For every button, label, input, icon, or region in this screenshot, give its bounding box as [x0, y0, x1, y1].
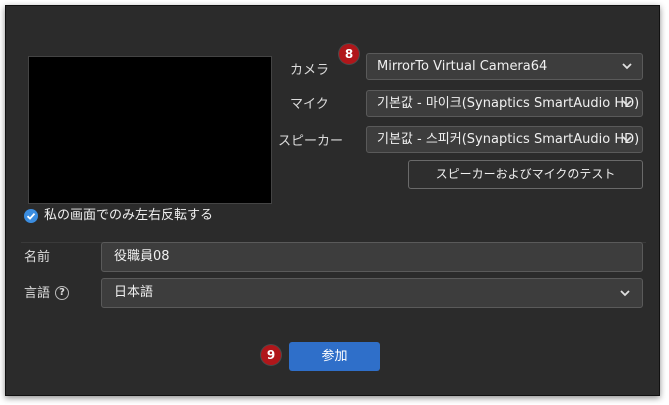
- mic-select[interactable]: 기본값 - 마이크(Synaptics SmartAudio HD): [366, 90, 643, 117]
- camera-label: カメラ: [290, 63, 330, 78]
- name-input[interactable]: 役職員08: [101, 242, 643, 272]
- language-select-value: 日本語: [114, 285, 154, 300]
- name-input-value: 役職員08: [114, 249, 170, 264]
- chevron-down-icon: [622, 136, 632, 143]
- speaker-select[interactable]: 기본값 - 스피커(Synaptics SmartAudio HD): [366, 126, 643, 153]
- chevron-down-icon: [620, 290, 630, 297]
- mirror-checkbox[interactable]: [24, 209, 38, 223]
- camera-preview: [28, 56, 272, 204]
- language-label: 言語: [24, 286, 51, 301]
- join-settings-panel: カメラ MirrorTo Virtual Camera64 8 マイク 기본값 …: [5, 5, 660, 396]
- step-badge-camera: 8: [339, 44, 359, 64]
- checkmark-icon: [26, 212, 36, 220]
- chevron-down-icon: [622, 100, 632, 107]
- name-label: 名前: [24, 250, 51, 265]
- mic-select-value: 기본값 - 마이크(Synaptics SmartAudio HD): [377, 96, 640, 111]
- mirror-checkbox-label: 私の画面でのみ左右反転する: [44, 208, 214, 223]
- help-icon[interactable]: ?: [55, 286, 69, 300]
- step-badge-join: 9: [261, 345, 281, 365]
- camera-select-value: MirrorTo Virtual Camera64: [377, 59, 548, 74]
- speaker-select-value: 기본값 - 스피커(Synaptics SmartAudio HD): [377, 132, 640, 147]
- language-select[interactable]: 日本語: [101, 278, 643, 308]
- mic-label: マイク: [290, 97, 329, 112]
- test-speaker-mic-button[interactable]: スピーカーおよびマイクのテスト: [408, 160, 643, 189]
- join-button[interactable]: 参加: [289, 342, 380, 371]
- camera-select[interactable]: MirrorTo Virtual Camera64: [366, 53, 643, 80]
- chevron-down-icon: [622, 63, 632, 70]
- speaker-label: スピーカー: [278, 134, 344, 149]
